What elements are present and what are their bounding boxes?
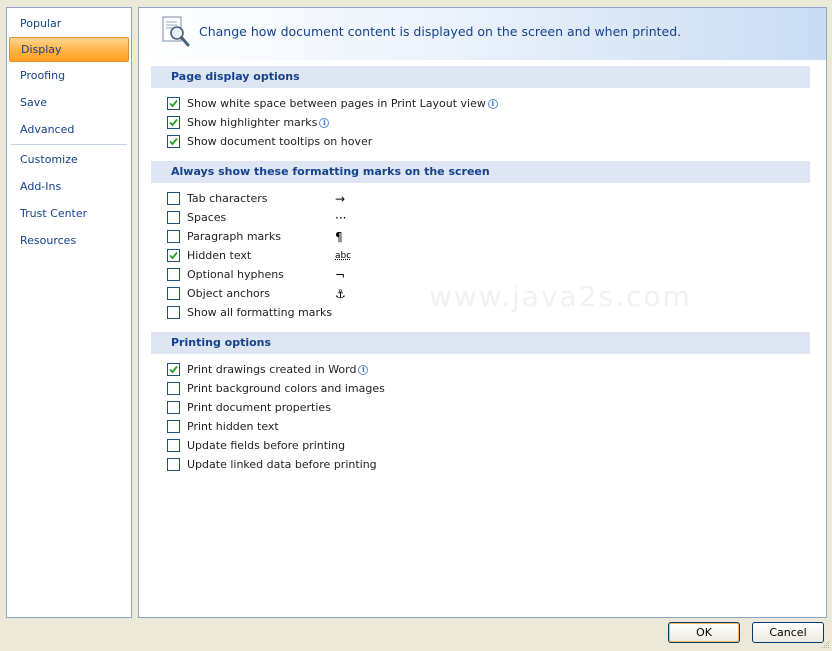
- display-options-panel: Change how document content is displayed…: [138, 7, 827, 618]
- checkbox[interactable]: [167, 135, 180, 148]
- sidebar-item-customize[interactable]: Customize: [7, 146, 131, 173]
- option-label: Update linked data before printing: [187, 458, 377, 471]
- info-icon[interactable]: i: [487, 98, 498, 109]
- section-formatting-marks: Always show these formatting marks on th…: [151, 161, 810, 183]
- page-display-option[interactable]: Show white space between pages in Print …: [167, 94, 826, 113]
- option-label: Show document tooltips on hover: [187, 135, 373, 148]
- printing-option[interactable]: Print background colors and images: [167, 379, 826, 398]
- checkbox[interactable]: [167, 287, 180, 300]
- option-label: Show highlighter marks: [187, 116, 318, 129]
- formatting-mark-option[interactable]: Spaces ···: [167, 208, 826, 227]
- sidebar-item-resources[interactable]: Resources: [7, 227, 131, 254]
- option-label: Show all formatting marks: [187, 306, 333, 319]
- checkbox[interactable]: [167, 249, 180, 262]
- checkbox[interactable]: [167, 211, 180, 224]
- option-label: Spaces: [187, 211, 227, 224]
- formatting-mark-option[interactable]: Show all formatting marks: [167, 303, 826, 322]
- option-label: Show white space between pages in Print …: [187, 97, 486, 110]
- printing-option[interactable]: Print hidden text: [167, 417, 826, 436]
- info-icon[interactable]: i: [358, 364, 369, 375]
- section-page-display: Page display options: [151, 66, 810, 88]
- option-label: Print background colors and images: [187, 382, 385, 395]
- formatting-mark-symbol: abc: [335, 250, 352, 261]
- checkbox[interactable]: [167, 116, 180, 129]
- formatting-mark-option[interactable]: Optional hyphens ¬: [167, 265, 826, 284]
- section-printing: Printing options: [151, 332, 810, 354]
- checkbox[interactable]: [167, 268, 180, 281]
- printing-option[interactable]: Update fields before printing: [167, 436, 826, 455]
- formatting-mark-option[interactable]: Tab characters →: [167, 189, 826, 208]
- options-sidebar: Popular Display Proofing Save Advanced C…: [6, 7, 132, 618]
- sidebar-item-display[interactable]: Display: [9, 37, 129, 62]
- formatting-mark-symbol: ⚓: [335, 286, 346, 301]
- checkbox[interactable]: [167, 439, 180, 452]
- page-display-option[interactable]: Show highlighter marks i: [167, 113, 826, 132]
- checkbox[interactable]: [167, 230, 180, 243]
- option-label: Hidden text: [187, 249, 252, 262]
- sidebar-item-popular[interactable]: Popular: [7, 10, 131, 37]
- option-label: Print hidden text: [187, 420, 279, 433]
- ok-button[interactable]: OK: [668, 622, 740, 643]
- sidebar-item-trust-center[interactable]: Trust Center: [7, 200, 131, 227]
- option-label: Optional hyphens: [187, 268, 284, 281]
- printing-option[interactable]: Print drawings created in Word i: [167, 360, 826, 379]
- option-label: Tab characters: [187, 192, 268, 205]
- checkbox[interactable]: [167, 306, 180, 319]
- formatting-mark-option[interactable]: Object anchors ⚓: [167, 284, 826, 303]
- checkbox[interactable]: [167, 363, 180, 376]
- formatting-mark-option[interactable]: Hidden text abc: [167, 246, 826, 265]
- cancel-button[interactable]: Cancel: [752, 622, 824, 643]
- option-label: Print document properties: [187, 401, 331, 414]
- checkbox[interactable]: [167, 401, 180, 414]
- page-display-option[interactable]: Show document tooltips on hover: [167, 132, 826, 151]
- document-magnifier-icon: [162, 16, 190, 47]
- checkbox[interactable]: [167, 192, 180, 205]
- sidebar-item-proofing[interactable]: Proofing: [7, 62, 131, 89]
- sidebar-item-add-ins[interactable]: Add-Ins: [7, 173, 131, 200]
- checkbox[interactable]: [167, 382, 180, 395]
- formatting-mark-symbol: ¬: [335, 267, 346, 282]
- formatting-mark-option[interactable]: Paragraph marks ¶: [167, 227, 826, 246]
- option-label: Update fields before printing: [187, 439, 346, 452]
- banner-description: Change how document content is displayed…: [199, 24, 682, 39]
- printing-option[interactable]: Print document properties: [167, 398, 826, 417]
- sidebar-item-save[interactable]: Save: [7, 89, 131, 116]
- panel-banner: Change how document content is displayed…: [139, 8, 826, 60]
- printing-option[interactable]: Update linked data before printing: [167, 455, 826, 474]
- checkbox[interactable]: [167, 420, 180, 433]
- sidebar-divider: [11, 144, 127, 145]
- option-label: Paragraph marks: [187, 230, 281, 243]
- formatting-mark-symbol: ¶: [335, 229, 343, 244]
- formatting-mark-symbol: →: [335, 191, 346, 206]
- resize-grip-icon[interactable]: [820, 639, 830, 649]
- checkbox[interactable]: [167, 458, 180, 471]
- checkbox[interactable]: [167, 97, 180, 110]
- option-label: Print drawings created in Word: [187, 363, 357, 376]
- option-label: Object anchors: [187, 287, 271, 300]
- formatting-mark-symbol: ···: [335, 210, 347, 225]
- sidebar-item-advanced[interactable]: Advanced: [7, 116, 131, 143]
- info-icon[interactable]: i: [319, 117, 330, 128]
